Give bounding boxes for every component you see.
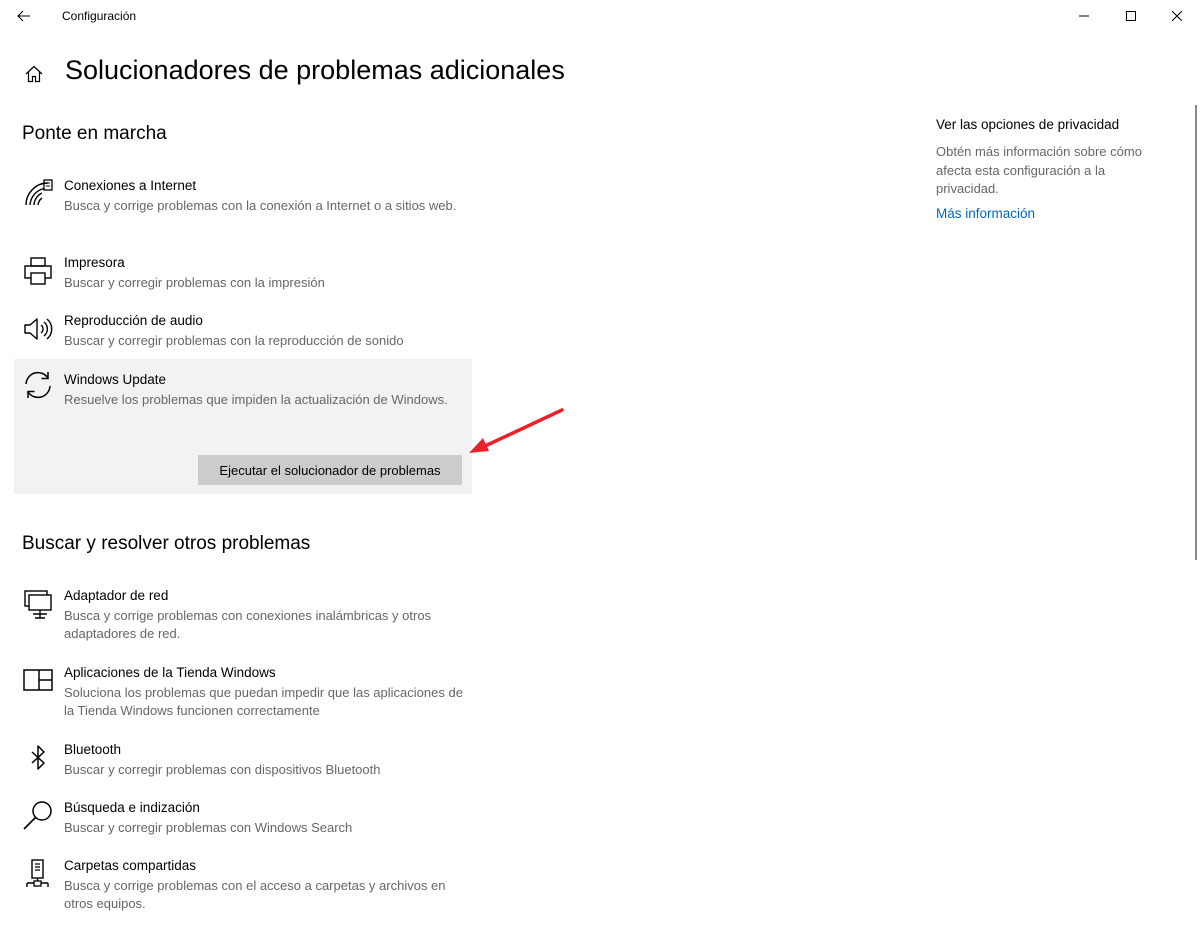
wifi-icon xyxy=(22,178,54,210)
item-description: Resuelve los problemas que impiden la ac… xyxy=(64,392,448,407)
scrollbar[interactable] xyxy=(1195,105,1197,560)
item-description: Buscar y corregir problemas con la impre… xyxy=(64,275,325,290)
item-description: Busca y corrige problemas con conexiones… xyxy=(64,608,432,641)
item-name: Windows Update xyxy=(64,372,167,387)
home-icon xyxy=(25,65,43,83)
search-icon xyxy=(22,800,54,832)
minimize-button[interactable] xyxy=(1061,0,1107,32)
printer-icon xyxy=(22,255,54,287)
run-troubleshooter-button[interactable]: Ejecutar el solucionador de problemas xyxy=(198,455,462,485)
back-arrow-icon xyxy=(17,10,30,22)
close-icon xyxy=(1172,11,1182,21)
troubleshooter-store-apps[interactable]: Aplicaciones de la Tienda Windows Soluci… xyxy=(14,665,472,723)
item-name: Bluetooth xyxy=(64,742,122,757)
troubleshooter-windows-update[interactable]: Windows Update Resuelve los problemas qu… xyxy=(14,359,472,494)
section-title-find-fix: Buscar y resolver otros problemas xyxy=(22,533,311,554)
title-bar: Configuración xyxy=(0,0,1200,32)
item-name: Carpetas compartidas xyxy=(64,858,197,873)
item-description: Buscar y corregir problemas con Windows … xyxy=(64,820,353,835)
item-name: Aplicaciones de la Tienda Windows xyxy=(64,665,276,680)
network-adapter-icon xyxy=(22,588,54,620)
app-title: Configuración xyxy=(62,9,137,23)
troubleshooter-bluetooth[interactable]: Bluetooth Buscar y corregir problemas co… xyxy=(14,742,472,782)
store-app-icon xyxy=(22,665,54,697)
item-name: Búsqueda e indización xyxy=(64,800,200,815)
item-description: Buscar y corregir problemas con disposit… xyxy=(64,762,381,777)
minimize-icon xyxy=(1079,15,1089,17)
maximize-button[interactable] xyxy=(1108,0,1154,32)
item-name: Reproducción de audio xyxy=(64,313,203,328)
bluetooth-icon xyxy=(22,742,54,774)
speaker-icon xyxy=(22,313,54,345)
refresh-icon xyxy=(22,369,54,401)
item-description: Busca y corrige problemas con el acceso … xyxy=(64,878,446,911)
privacy-description: Obtén más información sobre cómo afecta … xyxy=(936,144,1142,196)
back-button[interactable] xyxy=(8,0,40,32)
item-name: Conexiones a Internet xyxy=(64,178,197,193)
troubleshooter-audio[interactable]: Reproducción de audio Buscar y corregir … xyxy=(14,313,472,353)
item-description: Buscar y corregir problemas con la repro… xyxy=(64,333,404,348)
shared-folder-icon xyxy=(22,858,54,890)
close-button[interactable] xyxy=(1154,0,1200,32)
annotation-arrow-icon xyxy=(469,408,564,453)
item-description: Soluciona los problemas que puedan imped… xyxy=(64,685,463,718)
maximize-icon xyxy=(1126,11,1136,21)
page-title: Solucionadores de problemas adicionales xyxy=(65,55,565,85)
item-description: Busca y corrige problemas con la conexió… xyxy=(64,198,457,213)
section-title-get-going: Ponte en marcha xyxy=(22,123,167,144)
item-name: Adaptador de red xyxy=(64,588,169,603)
troubleshooter-printer[interactable]: Impresora Buscar y corregir problemas co… xyxy=(14,255,472,295)
troubleshooter-search-indexing[interactable]: Búsqueda e indización Buscar y corregir … xyxy=(14,800,472,840)
item-name: Impresora xyxy=(64,255,125,270)
privacy-title: Ver las opciones de privacidad xyxy=(936,117,1120,132)
home-button[interactable] xyxy=(22,62,46,86)
more-info-link[interactable]: Más información xyxy=(936,206,1035,221)
troubleshooter-shared-folders[interactable]: Carpetas compartidas Busca y corrige pro… xyxy=(14,858,472,916)
troubleshooter-network-adapter[interactable]: Adaptador de red Busca y corrige problem… xyxy=(14,588,472,646)
troubleshooter-internet[interactable]: Conexiones a Internet Busca y corrige pr… xyxy=(14,178,472,236)
